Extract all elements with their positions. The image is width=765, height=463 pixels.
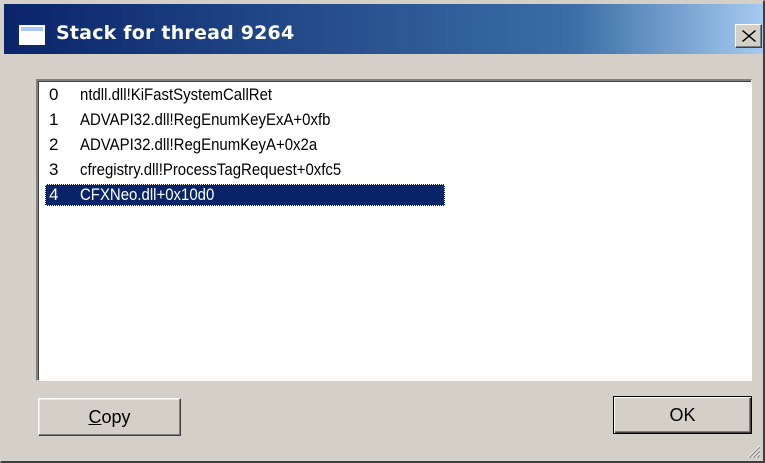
window-title: Stack for thread 9264 xyxy=(56,22,295,44)
frame-index: 2 xyxy=(49,135,59,154)
frame-text: ADVAPI32.dll!RegEnumKeyExA+0xfb xyxy=(80,110,331,129)
title-bar[interactable]: Stack for thread 9264 xyxy=(4,4,763,54)
list-item-selected[interactable]: 4 CFXNeo.dll+0x10d0 xyxy=(45,184,445,206)
window-icon xyxy=(19,25,45,45)
frame-text: ADVAPI32.dll!RegEnumKeyA+0x2a xyxy=(80,135,318,154)
frame-index: 3 xyxy=(49,160,59,179)
frame-text: CFXNeo.dll+0x10d0 xyxy=(80,185,215,204)
close-button[interactable] xyxy=(735,24,762,48)
list-item[interactable]: 0 ntdll.dll!KiFastSystemCallRet xyxy=(45,84,445,106)
stack-dialog: Stack for thread 9264 0 ntdll.dll!KiFast… xyxy=(0,0,765,463)
ok-label: OK xyxy=(669,405,696,425)
copy-button[interactable]: Copy xyxy=(38,398,181,436)
frame-index: 0 xyxy=(49,85,59,104)
stack-frame-list[interactable]: 0 ntdll.dll!KiFastSystemCallRet 1 ADVAPI… xyxy=(36,79,752,381)
copy-accelerator: C xyxy=(88,407,102,427)
ok-button[interactable]: OK xyxy=(613,396,752,434)
list-item[interactable]: 1 ADVAPI32.dll!RegEnumKeyExA+0xfb xyxy=(45,109,445,131)
close-icon xyxy=(742,30,756,42)
frame-index: 4 xyxy=(49,185,59,204)
resize-grip-icon[interactable] xyxy=(745,443,761,459)
frame-text: cfregistry.dll!ProcessTagRequest+0xfc5 xyxy=(80,160,342,179)
frame-text: ntdll.dll!KiFastSystemCallRet xyxy=(80,85,273,104)
frame-index: 1 xyxy=(49,110,59,129)
copy-label: opy xyxy=(101,407,131,427)
list-item[interactable]: 3 cfregistry.dll!ProcessTagRequest+0xfc5 xyxy=(45,159,445,181)
list-item[interactable]: 2 ADVAPI32.dll!RegEnumKeyA+0x2a xyxy=(45,134,445,156)
